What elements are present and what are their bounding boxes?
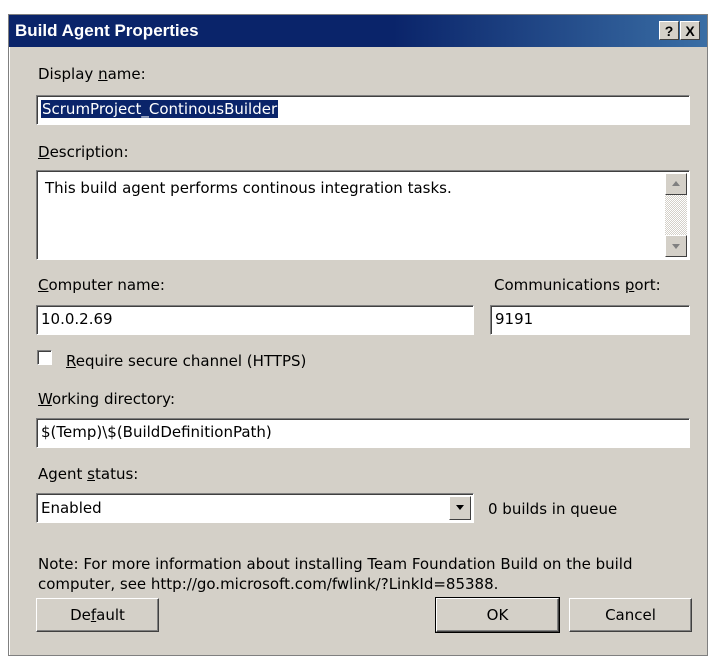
- agent-status-select[interactable]: Enabled: [36, 493, 474, 523]
- display-name-label: Display name:: [38, 65, 146, 83]
- communications-port-value: 9191: [495, 310, 534, 328]
- computer-name-field[interactable]: 10.0.2.69: [36, 305, 474, 335]
- close-button[interactable]: X: [680, 21, 700, 40]
- build-agent-properties-dialog: Build Agent Properties ? X Display name:…: [8, 14, 708, 656]
- cancel-button[interactable]: Cancel: [569, 598, 692, 632]
- scroll-up-button[interactable]: [665, 173, 687, 195]
- secure-channel-label[interactable]: Require secure channel (HTTPS): [66, 352, 306, 370]
- agent-status-dropdown-button[interactable]: [449, 496, 471, 520]
- agent-status-label: Agent status:: [38, 465, 139, 483]
- description-scrollbar[interactable]: [665, 173, 687, 257]
- chevron-up-icon: [672, 181, 680, 186]
- scroll-down-button[interactable]: [665, 235, 687, 257]
- computer-name-value: 10.0.2.69: [41, 310, 113, 328]
- default-button[interactable]: Default: [36, 598, 159, 632]
- chevron-down-icon: [672, 244, 680, 249]
- help-button[interactable]: ?: [659, 21, 679, 40]
- info-note: Note: For more information about install…: [38, 555, 633, 593]
- queue-count-text: 0 builds in queue: [488, 500, 618, 518]
- display-name-value: ScrumProject_ContinousBuilder: [41, 100, 279, 118]
- chevron-down-icon: [456, 505, 464, 510]
- working-directory-value: $(Temp)\$(BuildDefinitionPath): [41, 423, 272, 441]
- agent-status-value: Enabled: [41, 499, 102, 517]
- description-textarea[interactable]: This build agent performs continous inte…: [36, 170, 690, 260]
- window-title: Build Agent Properties: [15, 21, 199, 40]
- secure-channel-checkbox[interactable]: [37, 350, 52, 365]
- description-value: This build agent performs continous inte…: [45, 179, 452, 197]
- display-name-field[interactable]: ScrumProject_ContinousBuilder: [36, 95, 690, 125]
- communications-port-field[interactable]: 9191: [490, 305, 690, 335]
- communications-port-label: Communications port:: [494, 276, 661, 294]
- computer-name-label: Computer name:: [38, 276, 165, 294]
- working-directory-label: Working directory:: [38, 390, 176, 408]
- description-label: Description:: [38, 143, 129, 161]
- title-bar[interactable]: Build Agent Properties ? X: [9, 15, 707, 47]
- ok-button[interactable]: OK: [435, 597, 560, 633]
- working-directory-field[interactable]: $(Temp)\$(BuildDefinitionPath): [36, 418, 690, 448]
